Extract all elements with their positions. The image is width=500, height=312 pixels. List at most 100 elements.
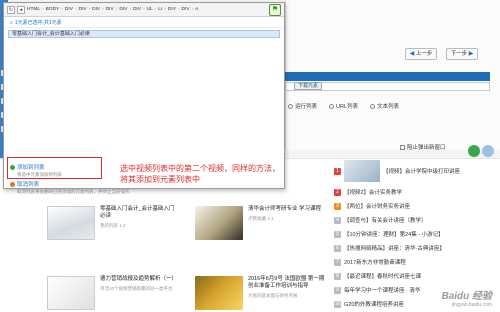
radio-label: 运行列表 [295,104,318,110]
back-icon[interactable]: ◂ [17,5,25,14]
cancel-list-label[interactable]: 取消列表 [17,180,39,188]
search-icon: ⌕ [10,19,13,26]
rank-number: 9 [334,286,341,294]
refresh-icon[interactable]: ↻ [7,5,15,14]
breadcrumb-item[interactable]: DIV [92,7,100,12]
breadcrumb-item[interactable]: BODY [46,7,60,12]
prev-step-label: 上一步 [415,51,433,57]
breadcrumb-separator: › [129,7,131,12]
rank-number: 3 [334,202,341,210]
article-item[interactable]: 2016年6月9号 法国欧盟 第一期创业准备工作培训与指导 大盘的基本面与财务月… [195,276,326,310]
breadcrumb-separator: › [42,7,44,12]
breadcrumb-item[interactable]: DIV [182,7,190,12]
instruction-annotation: 选中视频列表中的第二个视频，同样的方法， 将其添加到元素列表中 [120,163,290,185]
popup-toolbar: ↻ ◂ HTML › BODY › DIV › DIV › DIV › DIV › DIV ›… [4,3,284,17]
radio-dot-icon [329,103,335,109]
selection-status: ⌕ 1元素已选中,共1元素 [4,18,284,28]
checkbox-label: 阻止弹出新窗口 [407,145,446,151]
watermark: Baidu 经验 jingyan.baidu.com [441,287,492,308]
highlight-box [7,157,102,179]
radio-run-list[interactable]: 运行列表 [288,102,317,110]
selected-row [285,72,490,81]
rank-title[interactable]: 2017新东方非常勤奋课程 [344,258,406,266]
rank-number: 6 [334,244,341,252]
annotation-line-1: 选中视频列表中的第二个视频，同样的方法， [120,164,280,173]
article-title[interactable]: 零基础入门会计_会计基础入门必读 [100,206,178,220]
rank-number: 4 [334,216,341,224]
checkbox-icon [400,144,405,150]
arrow-right-icon: ▶ [468,51,474,57]
list-item[interactable]: 4 【调查与】有关会计讲座（教学） [334,216,494,224]
breadcrumb-item[interactable]: DIV [133,7,141,12]
radio-label: 文本列表 [377,104,400,110]
watermark-logo: Baidu 经验 [441,291,492,302]
radio-url-list[interactable]: URL列表 [329,102,358,110]
rank-title[interactable]: 【调查与】有关会计讲座（教学） [344,216,427,224]
breadcrumb-item[interactable]: DIV [119,7,127,12]
rank-title[interactable]: 每年学习中一个课程讲座 · 清华 [344,286,420,294]
rank-number: 10 [334,300,341,308]
list-type-radios: 运行列表 URL列表 文本列表 [285,102,495,110]
breadcrumb-separator: › [154,7,157,12]
cancel-list-action[interactable]: 取消列表 取消列表将会删除已经添加的元素列表，并停止当前操作 [10,180,130,195]
list-item[interactable]: 5 【10分钟讲座：理财】第24集 - 小游记】 [334,230,494,238]
breadcrumb-item[interactable]: DIV [106,7,114,12]
blue-action-icon[interactable] [482,145,494,157]
article-item[interactable]: 清华会计师考研专业 学习课程 点赞收藏 4 3 [195,206,326,240]
download-element-button[interactable]: 下载元素 [294,82,322,90]
radio-text-list[interactable]: 文本列表 [370,102,399,110]
breadcrumb-separator: › [142,7,145,12]
list-item[interactable]: 7 2017新东方非常勤奋课程 [334,258,494,266]
rank-title[interactable]: 【10分钟讲座：理财】第24集 - 小游记】 [344,230,444,238]
arrow-left-icon: ◀ [409,51,415,57]
rank-number: 8 [334,272,341,280]
article-thumbnail[interactable] [47,206,95,240]
list-item[interactable]: 2 【视频2】会计实务教学 [334,188,494,196]
rank-title[interactable]: 【两位】会计财务实务讲座 [344,202,410,210]
article-thumbnail[interactable] [47,276,95,310]
article-thumbnail[interactable] [195,276,243,310]
radio-label: URL列表 [336,104,359,110]
next-step-label: 下一步 [450,51,468,57]
list-item[interactable]: 8 【最近课程】春秋时代讲座七课 [334,272,494,280]
article-title[interactable]: 2016年6月9号 法国欧盟 第一期创业准备工作培训与指导 [248,276,326,290]
breadcrumb-item[interactable]: UL [147,7,153,12]
green-action-icon[interactable] [468,145,480,157]
list-item[interactable]: 1 【视频】会计学院中级打印讲座 [334,160,494,182]
watermark-url: jingyan.baidu.com [451,302,492,308]
article-meta: 大盘的基本面与财务月报 [248,293,298,298]
flag-go-icon[interactable]: ⚑ [269,4,281,16]
breadcrumb-item[interactable]: DIV [79,7,87,12]
rank-number: 5 [334,230,341,238]
breadcrumb-separator: › [177,7,180,12]
rank-title[interactable]: G20的外教课程培养讲座 [344,300,404,308]
rank-number: 1 [334,167,341,175]
prev-step-button[interactable]: ◀ 上一步 [405,48,437,60]
breadcrumb-item[interactable]: A [195,7,198,12]
selection-status-text: 1元素已选中,共1元素 [14,19,62,26]
breadcrumb-separator: › [102,7,104,12]
breadcrumb-item[interactable]: HTML [27,7,40,12]
breadcrumb-separator: › [115,7,118,12]
selected-element-row[interactable]: 零基础入门会计_会计基础入门必读 [8,30,280,38]
breadcrumb-item[interactable]: DIV [168,7,176,12]
radio-dot-icon [370,103,376,109]
rank-title[interactable]: 【最近课程】春秋时代讲座七课 [344,272,421,280]
article-meta: 我的列表 1 2 [100,223,126,228]
article-item[interactable]: 零基础入门会计_会计基础入门必读 我的列表 1 2 [47,206,178,240]
list-item[interactable]: 6 【热搜网络精品】讲座：清华·古典讲座】 [334,244,494,252]
rank-title[interactable]: 【视频2】会计实务教学 [344,188,402,196]
rank-title[interactable]: 【热搜网络精品】讲座：清华·古典讲座】 [344,244,445,252]
breadcrumb-separator: › [191,7,194,12]
article-title[interactable]: 德力营销战报及趋势解析（一） [100,276,178,283]
breadcrumb-item[interactable]: LI [158,7,162,12]
article-thumbnail[interactable] [195,206,243,240]
article-item[interactable]: 德力营销战报及趋势解析（一） 月活10个视频营销跑赢的同一类平台 [47,276,178,310]
list-item[interactable]: 3 【两位】会计财务实务讲座 [334,202,494,210]
block-popup-checkbox[interactable]: 阻止弹出新窗口 [400,143,446,151]
rank-thumbnail[interactable] [344,160,380,182]
breadcrumb-item[interactable]: DIV [65,7,73,12]
article-title[interactable]: 清华会计师考研专业 学习课程 [248,206,326,213]
rank-title[interactable]: 【视频】会计学院中级打印讲座 [383,167,460,175]
next-step-button[interactable]: 下一步 ▶ [446,48,478,60]
